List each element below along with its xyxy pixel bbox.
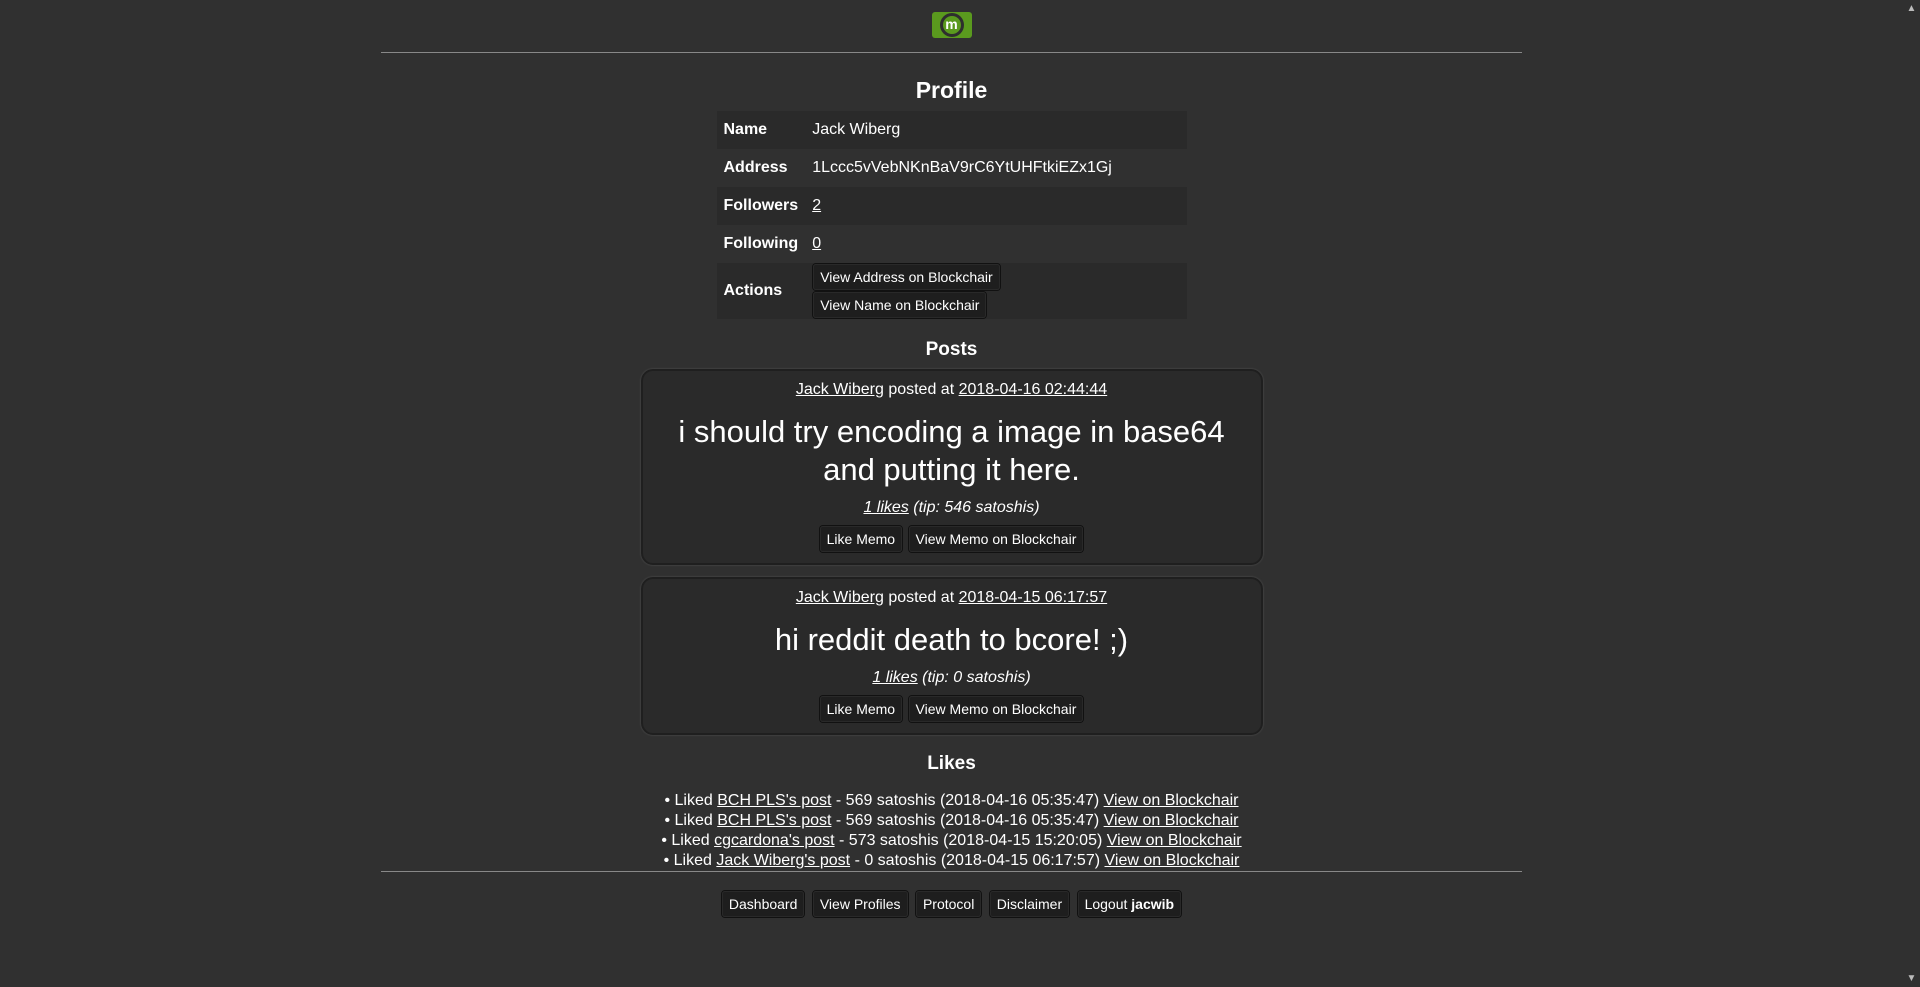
like-detail: - 569 satoshis (2018-04-16 05:35:47) [835, 812, 1100, 829]
like-prefix: Liked [674, 812, 713, 829]
page: m Profile Name Jack Wiberg Address 1Lccc… [0, 0, 1920, 987]
like-detail: - 569 satoshis (2018-04-16 05:35:47) [835, 792, 1100, 809]
post-text: i should try encoding a image in base64 … [678, 414, 1225, 487]
post-likes: 1 likes (tip: 0 satoshis) [643, 669, 1261, 687]
header: m [381, 0, 1522, 52]
post-actions: Like Memo View Memo on Blockchair [643, 525, 1261, 553]
logout-username: jacwib [1131, 896, 1175, 912]
liked-post-link[interactable]: cgcardona's post [714, 832, 834, 849]
scroll-down-icon[interactable]: ▼ [1906, 973, 1917, 984]
liked-post-link[interactable]: BCH PLS's post [717, 792, 831, 809]
profile-row-following: Following 0 [717, 225, 1187, 263]
liked-post-link[interactable]: Jack Wiberg's post [716, 852, 850, 869]
actions-label: Actions [716, 263, 806, 319]
list-item: Liked BCH PLS's post - 569 satoshis (201… [381, 791, 1522, 811]
like-prefix: Liked [673, 852, 712, 869]
view-memo-button[interactable]: View Memo on Blockchair [907, 695, 1085, 723]
name-value: Jack Wiberg [805, 111, 1187, 149]
list-item: Liked cgcardona's post - 573 satoshis (2… [381, 831, 1522, 851]
post-timestamp-link[interactable]: 2018-04-16 02:44:44 [959, 381, 1108, 398]
post-likes-link[interactable]: 1 likes [872, 669, 917, 686]
following-cell: 0 [805, 225, 1186, 263]
like-detail: - 573 satoshis (2018-04-15 15:20:05) [839, 832, 1103, 849]
profile-table: Name Jack Wiberg Address 1Lccc5vVebNKnBa… [716, 111, 1187, 319]
view-name-button[interactable]: View Name on Blockchair [812, 291, 988, 319]
view-profiles-button[interactable]: View Profiles [811, 890, 909, 918]
following-label: Following [723, 235, 799, 252]
disclaimer-button[interactable]: Disclaimer [988, 890, 1071, 918]
posts-title: Posts [925, 339, 978, 360]
like-memo-button[interactable]: Like Memo [818, 525, 904, 553]
footer-nav: Dashboard View Profiles Protocol Disclai… [381, 872, 1522, 918]
memo-logo-icon[interactable]: m [931, 12, 972, 38]
profile-row-name: Name Jack Wiberg [716, 111, 1187, 149]
dashboard-button[interactable]: Dashboard [720, 890, 806, 918]
logout-label: Logout [1084, 896, 1128, 912]
post-timestamp-link[interactable]: 2018-04-15 06:17:57 [959, 589, 1108, 606]
post-actions: Like Memo View Memo on Blockchair [643, 695, 1261, 723]
view-on-blockchair-link[interactable]: View on Blockchair [1104, 792, 1239, 809]
post-meta: Jack Wiberg posted at 2018-04-15 06:17:5… [643, 589, 1261, 607]
profile-row-followers: Followers 2 [716, 187, 1187, 225]
followers-cell: 2 [805, 187, 1187, 225]
followers-label: Followers [716, 187, 806, 225]
likes-list: Liked BCH PLS's post - 569 satoshis (201… [381, 791, 1522, 871]
followers-link[interactable]: 2 [812, 197, 821, 214]
view-address-button[interactable]: View Address on Blockchair [812, 263, 1001, 291]
profile-row-address: Address 1Lccc5vVebNKnBaV9rC6YtUHFtkiEZx1… [717, 149, 1187, 187]
scroll-up-icon[interactable]: ▲ [1906, 3, 1917, 14]
address-value: 1Lccc5vVebNKnBaV9rC6YtUHFtkiEZx1Gj [812, 159, 1112, 176]
post-text: hi reddit death to bcore! ;) [774, 622, 1129, 657]
view-on-blockchair-link[interactable]: View on Blockchair [1104, 812, 1239, 829]
protocol-button[interactable]: Protocol [914, 890, 983, 918]
list-item: Liked Jack Wiberg's post - 0 satoshis (2… [381, 851, 1522, 871]
post-meta: Jack Wiberg posted at 2018-04-16 02:44:4… [643, 381, 1261, 399]
post-author-link[interactable]: Jack Wiberg [796, 381, 884, 398]
profile-title: Profile [915, 77, 988, 103]
post-tip: (tip: 546 satoshis) [913, 499, 1040, 516]
post-likes: 1 likes (tip: 546 satoshis) [643, 499, 1261, 517]
main-container: m Profile Name Jack Wiberg Address 1Lccc… [381, 0, 1522, 918]
like-prefix: Liked [671, 832, 710, 849]
address-label: Address [723, 159, 788, 176]
view-on-blockchair-link[interactable]: View on Blockchair [1105, 852, 1240, 869]
post-author-link[interactable]: Jack Wiberg [796, 589, 884, 606]
like-prefix: Liked [674, 792, 713, 809]
name-label: Name [716, 111, 806, 149]
header-divider [381, 52, 1522, 53]
post-card: Jack Wiberg posted at 2018-04-15 06:17:5… [640, 577, 1263, 735]
actions-cell: View Address on Blockchair View Name on … [805, 263, 1187, 319]
likes-title: Likes [927, 753, 976, 774]
view-on-blockchair-link[interactable]: View on Blockchair [1107, 832, 1242, 849]
posted-at-text: posted at [888, 589, 955, 606]
logo-letter: m [942, 16, 961, 34]
following-link[interactable]: 0 [812, 235, 821, 252]
logo-circle: m [939, 13, 964, 37]
list-item: Liked BCH PLS's post - 569 satoshis (201… [381, 811, 1522, 831]
like-detail: - 0 satoshis (2018-04-15 06:17:57) [854, 852, 1101, 869]
profile-row-actions: Actions View Address on Blockchair View … [716, 263, 1187, 319]
post-likes-link[interactable]: 1 likes [863, 499, 908, 516]
logout-button[interactable]: Logout jacwib [1076, 890, 1183, 918]
posted-at-text: posted at [888, 381, 955, 398]
vertical-scrollbar[interactable]: ▲ ▼ [1903, 0, 1920, 987]
post-tip: (tip: 0 satoshis) [922, 669, 1031, 686]
post-card: Jack Wiberg posted at 2018-04-16 02:44:4… [640, 369, 1263, 565]
view-memo-button[interactable]: View Memo on Blockchair [907, 525, 1085, 553]
liked-post-link[interactable]: BCH PLS's post [717, 812, 831, 829]
like-memo-button[interactable]: Like Memo [818, 695, 904, 723]
